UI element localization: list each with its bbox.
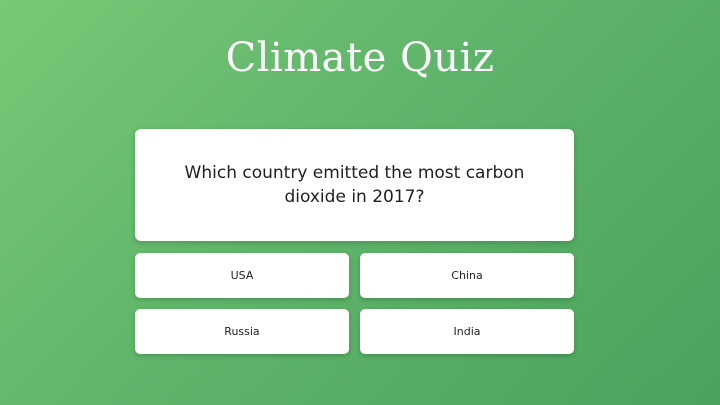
answer-button-india[interactable]: India: [360, 309, 574, 354]
quiz-title: Climate Quiz: [225, 35, 495, 81]
answer-button-china[interactable]: China: [360, 253, 574, 298]
question-text: Which country emitted the most carbon di…: [184, 163, 525, 207]
answer-button-russia[interactable]: Russia: [135, 309, 349, 354]
answer-button-usa[interactable]: USA: [135, 253, 349, 298]
question-card: Which country emitted the most carbon di…: [135, 129, 574, 241]
